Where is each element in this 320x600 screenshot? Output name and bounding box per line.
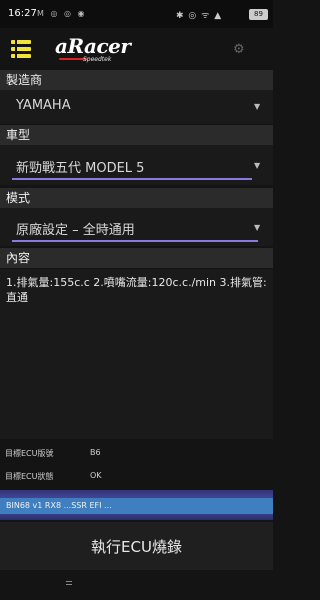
connection-icon[interactable]: ⚙: [233, 42, 245, 57]
manufacturer-select[interactable]: YAMAHA ▼: [0, 90, 273, 124]
connection-status-strip: BIN68 v1 RX8 ...SSR EFI ...: [0, 490, 273, 520]
content-header: 內容: [0, 248, 273, 268]
mode-underline: [12, 240, 258, 242]
logo-subtext: Speedtek: [83, 56, 112, 63]
execute-ecu-flash-button[interactable]: 執行ECU燒錄: [0, 522, 273, 570]
manufacturer-header: 製造商: [0, 70, 273, 90]
battery-icon: 89: [249, 9, 268, 20]
ecu-status-value: OK: [90, 471, 102, 480]
manufacturer-value: YAMAHA: [16, 98, 71, 113]
ecu-status-label: 目標ECU狀態: [5, 472, 54, 481]
model-value: 新勁戰五代 MODEL 5: [16, 161, 145, 176]
app-bar: aRacer Speedtek ⚙: [0, 28, 273, 70]
aracer-logo: aRacer Speedtek: [55, 34, 147, 66]
notification-icons: M ◎ ◎ ◉: [37, 9, 87, 18]
logo-text: aRacer: [55, 34, 131, 58]
dropdown-arrow-icon: ▼: [254, 102, 261, 111]
ecu-version-label: 目標ECU版號: [5, 449, 54, 458]
nav-handle-icon[interactable]: [66, 581, 72, 582]
status-strip-text: BIN68 v1 RX8 ...SSR EFI ...: [6, 501, 112, 510]
model-select[interactable]: 新勁戰五代 MODEL 5 ▼: [0, 145, 273, 185]
mode-select[interactable]: 原廠設定 – 全時通用 ▼: [0, 208, 273, 246]
dropdown-arrow-icon: ▼: [254, 161, 261, 170]
content-text: 1.排氣量:155c.c 2.噴嘴流量:120c.c./min 3.排氣管: 直…: [6, 276, 267, 304]
model-underline: [12, 178, 252, 180]
mode-header: 模式: [0, 188, 273, 208]
dropdown-arrow-icon: ▼: [254, 223, 261, 232]
system-icons: ✱ ◎ ᯤ ▲: [176, 11, 223, 21]
model-header: 車型: [0, 125, 273, 145]
status-time: 16:27: [8, 8, 37, 19]
status-strip-bar: BIN68 v1 RX8 ...SSR EFI ...: [0, 498, 273, 514]
system-status-bar: 16:27 M ◎ ◎ ◉ ✱ ◎ ᯤ ▲ 89: [0, 0, 273, 28]
mode-value: 原廠設定 – 全時通用: [16, 223, 135, 238]
menu-icon[interactable]: [11, 40, 31, 58]
content-box: 1.排氣量:155c.c 2.噴嘴流量:120c.c./min 3.排氣管: 直…: [0, 269, 273, 439]
ecu-version-value: B6: [90, 448, 101, 457]
